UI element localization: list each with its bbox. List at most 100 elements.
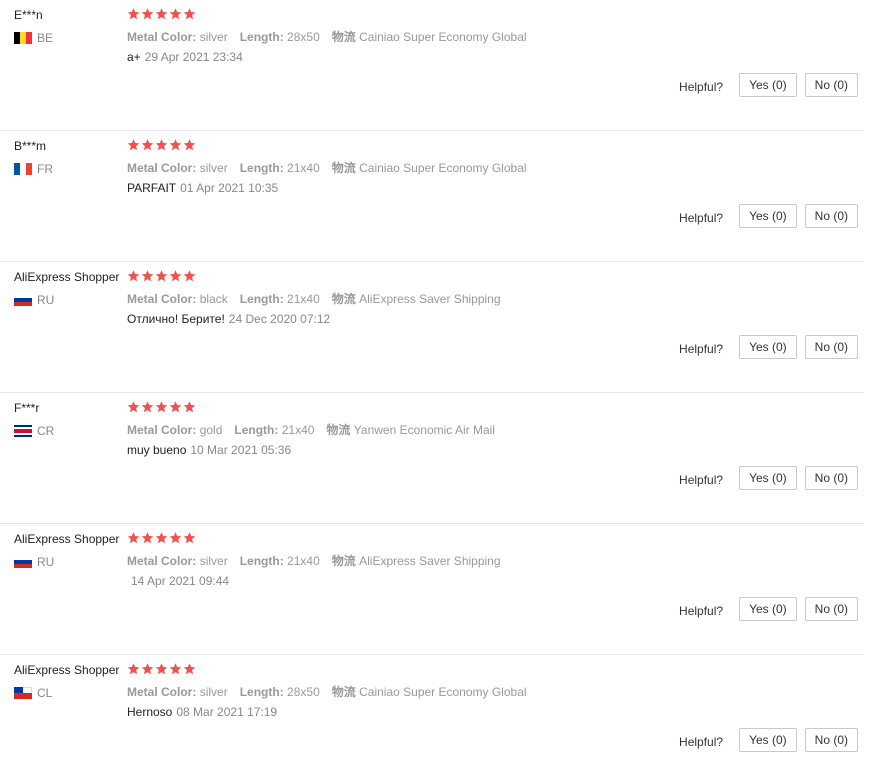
reviewer-country: CR [14, 423, 54, 439]
length-attr: Length: 28x50 [240, 30, 320, 44]
shipping-value: AliExpress Saver Shipping [359, 554, 501, 568]
shipping-attr: 物流 AliExpress Saver Shipping [332, 554, 501, 568]
star-rating [127, 531, 196, 545]
helpful-vote: Helpful? Yes (0) No (0) [679, 466, 858, 490]
product-attributes: Metal Color: silver Length: 21x40 物流 Caini… [127, 159, 539, 176]
review-item: AliExpress Shopper RU Metal Color: silver L… [0, 524, 864, 655]
helpful-label: Helpful? [679, 603, 724, 618]
metal-color-attr: Metal Color: gold [127, 423, 222, 437]
metal-color-label: Metal Color: [127, 292, 197, 306]
shipping-label: 物流 [331, 161, 356, 175]
helpful-label: Helpful? [679, 341, 724, 356]
helpful-vote: Helpful? Yes (0) No (0) [679, 73, 858, 97]
star-icon [141, 139, 154, 151]
country-flag-icon [14, 556, 32, 568]
country-code: BE [37, 31, 54, 45]
helpful-yes-button[interactable]: Yes (0) [739, 73, 797, 97]
helpful-vote: Helpful? Yes (0) No (0) [679, 597, 858, 621]
review-feedback: Hernoso 08 Mar 2021 17:19 [127, 705, 277, 719]
star-rating [127, 400, 196, 414]
metal-color-value: gold [199, 423, 223, 437]
review-text: Отлично! Берите! [127, 312, 225, 326]
shipping-value: Cainiao Super Economy Global [359, 161, 527, 175]
shipping-label: 物流 [331, 554, 356, 568]
star-rating [127, 7, 196, 21]
metal-color-label: Metal Color: [127, 685, 197, 699]
review-item: AliExpress Shopper CL Metal Color: silver L… [0, 655, 864, 769]
star-icon [169, 532, 182, 544]
reviewer-name: AliExpress Shopper [14, 663, 120, 677]
helpful-no-button[interactable]: No (0) [804, 204, 858, 228]
helpful-no-button[interactable]: No (0) [804, 73, 858, 97]
review-feedback: a+ 29 Apr 2021 23:34 [127, 50, 243, 64]
metal-color-attr: Metal Color: black [127, 292, 228, 306]
length-value: 21x40 [281, 423, 315, 437]
review-feedback: PARFAIT 01 Apr 2021 10:35 [127, 181, 278, 195]
helpful-yes-button[interactable]: Yes (0) [739, 597, 797, 621]
review-date: 24 Dec 2020 07:12 [228, 312, 331, 326]
reviewer-country: CL [14, 685, 52, 701]
length-value: 28x50 [287, 30, 320, 44]
review-feedback: 14 Apr 2021 09:44 [127, 574, 229, 588]
helpful-yes-button[interactable]: Yes (0) [739, 728, 797, 752]
product-attributes: Metal Color: gold Length: 21x40 物流 Yanwen … [127, 421, 507, 438]
shipping-label: 物流 [331, 685, 356, 699]
shipping-attr: 物流 Cainiao Super Economy Global [332, 685, 527, 699]
reviewer-name: AliExpress Shopper [14, 532, 120, 546]
reviewer-name: B***m [14, 139, 47, 153]
helpful-vote: Helpful? Yes (0) No (0) [679, 204, 858, 228]
helpful-no-button[interactable]: No (0) [804, 597, 858, 621]
review-feedback: muy bueno 10 Mar 2021 05:36 [127, 443, 291, 457]
helpful-no-button[interactable]: No (0) [804, 728, 858, 752]
length-attr: Length: 21x40 [240, 161, 320, 175]
shipping-value: Cainiao Super Economy Global [359, 685, 527, 699]
country-flag-icon [14, 32, 32, 44]
review-item: AliExpress Shopper RU Metal Color: black Le… [0, 262, 864, 393]
star-icon [183, 663, 196, 675]
country-code: RU [37, 555, 55, 569]
star-icon [127, 532, 140, 544]
metal-color-attr: Metal Color: silver [127, 554, 228, 568]
helpful-no-button[interactable]: No (0) [804, 335, 858, 359]
review-text: a+ [127, 50, 141, 64]
reviewer-name: AliExpress Shopper [14, 270, 120, 284]
reviewer-country: FR [14, 161, 53, 177]
review-feedback: Отлично! Берите! 24 Dec 2020 07:12 [127, 312, 330, 326]
star-icon [183, 270, 196, 282]
country-code: CR [37, 424, 55, 438]
star-icon [169, 401, 182, 413]
metal-color-attr: Metal Color: silver [127, 161, 228, 175]
reviewer-country: RU [14, 292, 54, 308]
helpful-no-button[interactable]: No (0) [804, 466, 858, 490]
helpful-yes-button[interactable]: Yes (0) [739, 466, 797, 490]
review-list: E***n BE Metal Color: silver Length: 28x50 物… [0, 0, 878, 769]
reviewer-name: F***r [14, 401, 40, 415]
metal-color-label: Metal Color: [127, 423, 197, 437]
review-item: F***r CR Metal Color: gold Length: 21x40 物流 … [0, 393, 864, 524]
metal-color-label: Metal Color: [127, 30, 197, 44]
star-icon [127, 8, 140, 20]
star-icon [155, 532, 168, 544]
metal-color-attr: Metal Color: silver [127, 685, 228, 699]
length-value: 21x40 [287, 554, 320, 568]
metal-color-value: black [199, 292, 228, 306]
shipping-attr: 物流 Yanwen Economic Air Mail [326, 423, 495, 437]
star-icon [155, 401, 168, 413]
country-flag-icon [14, 425, 32, 437]
country-code: FR [37, 162, 53, 176]
review-date: 01 Apr 2021 10:35 [180, 181, 279, 195]
review-date: 29 Apr 2021 23:34 [144, 50, 243, 64]
star-icon [155, 8, 168, 20]
country-code: CL [37, 686, 53, 700]
star-icon [183, 8, 196, 20]
length-label: Length: [234, 423, 279, 437]
metal-color-label: Metal Color: [127, 554, 197, 568]
review-item: B***m FR Metal Color: silver Length: 21x40 物… [0, 131, 864, 262]
shipping-attr: 物流 AliExpress Saver Shipping [332, 292, 501, 306]
helpful-label: Helpful? [679, 734, 724, 749]
helpful-yes-button[interactable]: Yes (0) [739, 335, 797, 359]
shipping-label: 物流 [331, 292, 356, 306]
helpful-yes-button[interactable]: Yes (0) [739, 204, 797, 228]
review-date: 10 Mar 2021 05:36 [190, 443, 292, 457]
helpful-vote: Helpful? Yes (0) No (0) [679, 728, 858, 752]
